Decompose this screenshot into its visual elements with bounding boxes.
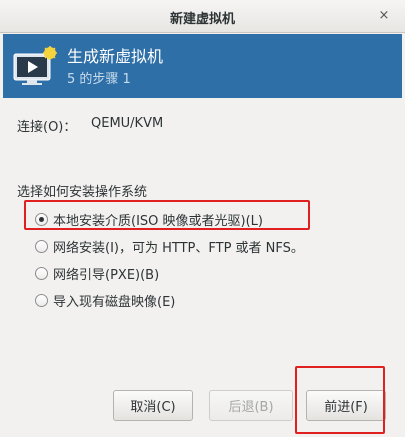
- radio-local-media-label[interactable]: 本地安装介质(ISO 映像或者光驱)(L): [53, 210, 263, 229]
- close-icon[interactable]: ×: [375, 7, 393, 25]
- wizard-header: 生成新虚拟机 5 的步骤 1: [3, 34, 402, 98]
- radio-network-install[interactable]: 网络安装(I)，可为 HTTP、FTP 或者 NFS。: [35, 235, 304, 257]
- back-button[interactable]: 后退(B): [209, 390, 293, 421]
- forward-button[interactable]: 前进(F): [306, 390, 386, 421]
- radio-button[interactable]: [35, 293, 48, 307]
- new-vm-monitor-icon: [13, 46, 57, 85]
- radio-import-disk-label[interactable]: 导入现有磁盘映像(E): [53, 291, 175, 310]
- radio-button[interactable]: [35, 266, 48, 280]
- install-method-label: 选择如何安装操作系统: [17, 185, 148, 200]
- title-bar: 新建虚拟机 ×: [0, 0, 405, 33]
- connection-value: QEMU/KVM: [91, 116, 164, 131]
- header-title: 生成新虚拟机: [67, 47, 164, 66]
- radio-network-install-label[interactable]: 网络安装(I)，可为 HTTP、FTP 或者 NFS。: [53, 237, 304, 256]
- radio-button[interactable]: [35, 239, 48, 253]
- radio-import-disk[interactable]: 导入现有磁盘映像(E): [35, 289, 175, 311]
- connection-label: 连接(O)：: [17, 120, 77, 135]
- radio-local-media[interactable]: 本地安装介质(ISO 映像或者光驱)(L): [35, 208, 263, 230]
- radio-button-checked[interactable]: [35, 212, 48, 226]
- radio-network-boot-label[interactable]: 网络引导(PXE)(B): [53, 264, 159, 283]
- header-step: 5 的步骤 1: [67, 72, 131, 87]
- radio-network-boot[interactable]: 网络引导(PXE)(B): [35, 262, 159, 284]
- cancel-button[interactable]: 取消(C): [113, 390, 193, 421]
- window-title: 新建虚拟机: [169, 12, 235, 27]
